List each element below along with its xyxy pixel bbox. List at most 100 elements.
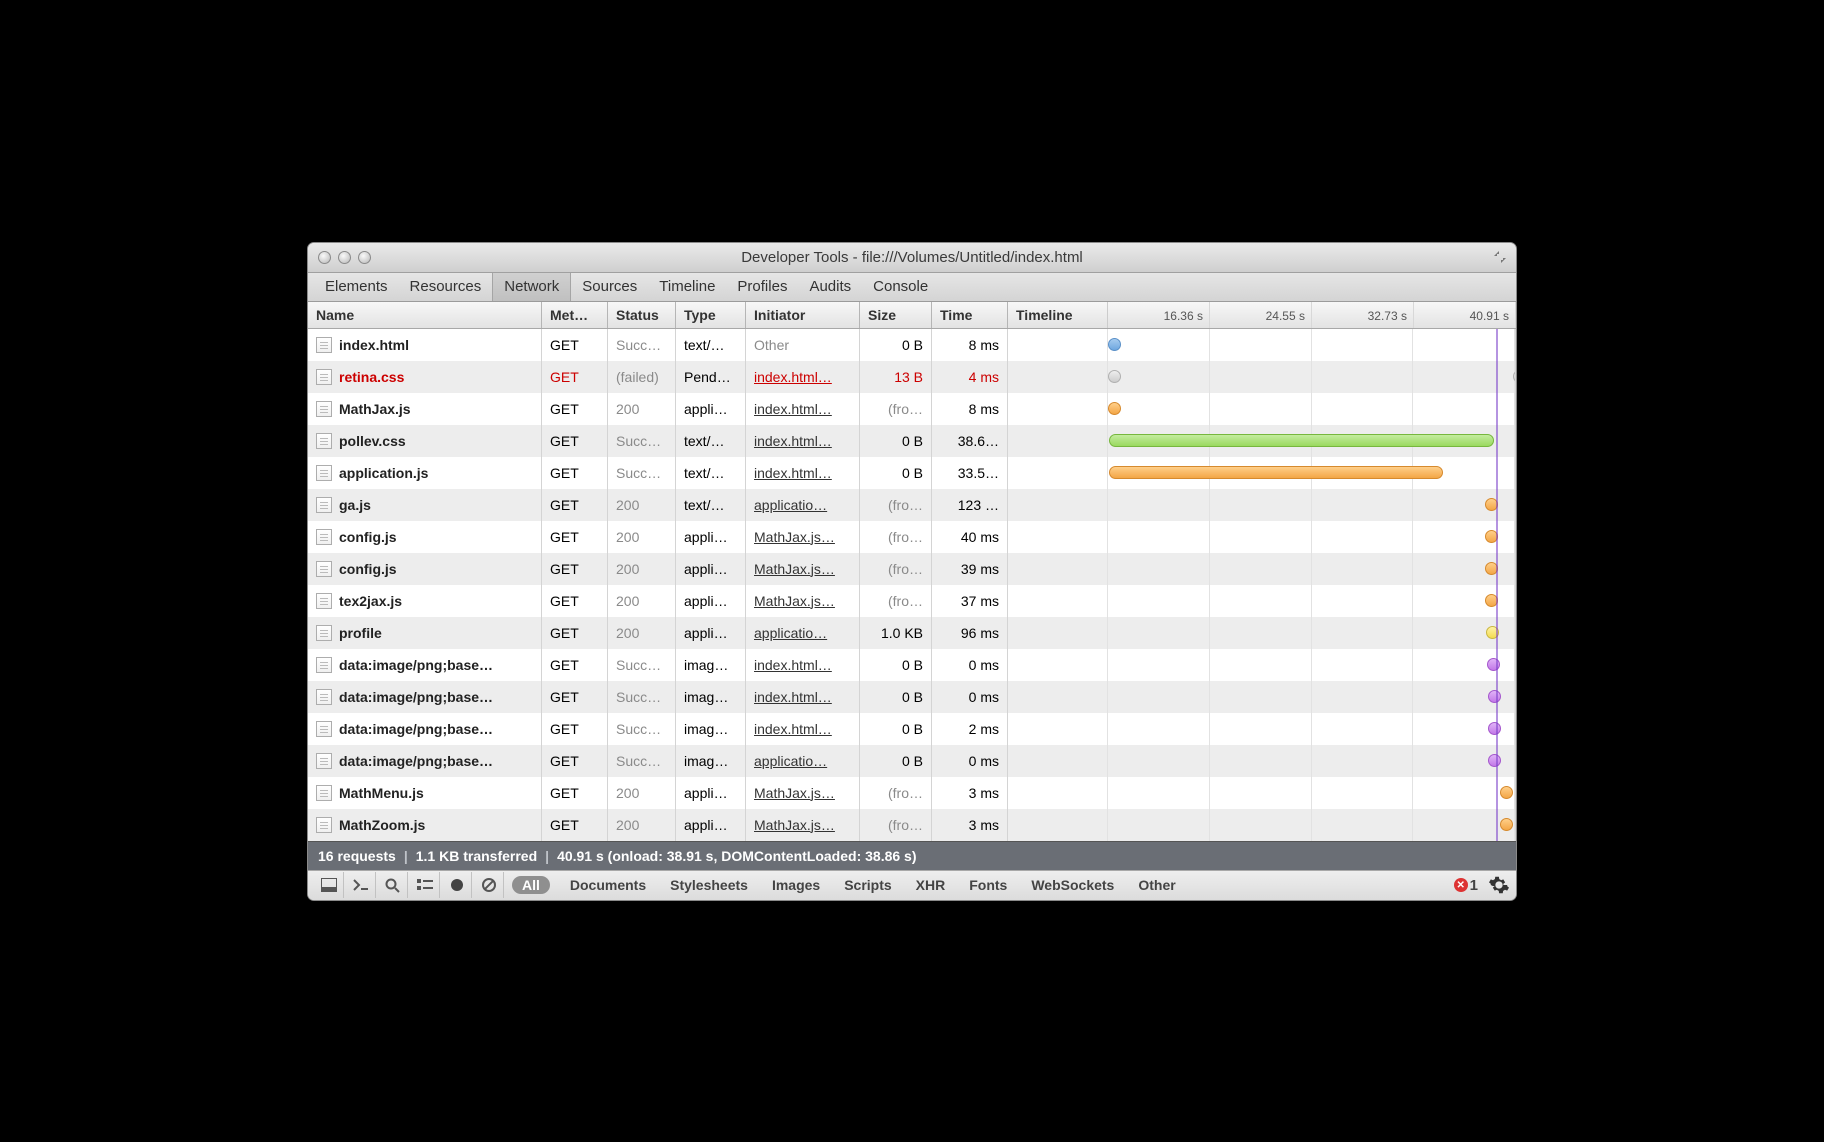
initiator-link[interactable]: index.html… [754,657,832,673]
table-row[interactable]: index.htmlGETSucc…text/…Other0 B8 ms [308,329,1516,361]
filter-fonts[interactable]: Fonts [957,877,1019,893]
initiator-link[interactable]: index.html… [754,433,832,449]
timeline-tick: 32.73 s [1312,302,1414,328]
table-row[interactable]: data:image/png;base…GETSucc…imag…index.h… [308,713,1516,745]
table-row[interactable]: tex2jax.jsGET200appli…MathJax.js…(fro…37… [308,585,1516,617]
tab-sources[interactable]: Sources [571,273,648,301]
tab-profiles[interactable]: Profiles [726,273,798,301]
cell-name: application.js [308,457,542,489]
error-count[interactable]: ✕ 1 [1454,877,1478,894]
cell-name: data:image/png;base… [308,745,542,777]
expand-icon[interactable] [1492,249,1508,265]
filter-stylesheets[interactable]: Stylesheets [658,877,760,893]
tab-audits[interactable]: Audits [798,273,862,301]
filter-documents[interactable]: Documents [558,877,658,893]
cell-name: config.js [308,553,542,585]
dock-icon[interactable] [314,872,344,898]
table-row[interactable]: data:image/png;base…GETSucc…imag…index.h… [308,681,1516,713]
col-header-initiator[interactable]: Initiator [746,302,860,328]
summary-bar: 16 requests | 1.1 KB transferred | 40.91… [308,841,1516,870]
cell-timeline [1008,617,1516,649]
cell-timeline [1008,745,1516,777]
tab-resources[interactable]: Resources [399,273,493,301]
file-icon [316,433,332,449]
tab-elements[interactable]: Elements [314,273,399,301]
filter-all[interactable]: All [512,876,550,894]
cell-name: MathZoom.js [308,809,542,841]
tab-timeline[interactable]: Timeline [648,273,726,301]
file-icon [316,689,332,705]
file-icon [316,465,332,481]
timeline-bar [1109,466,1443,479]
initiator-link[interactable]: applicatio… [754,753,827,769]
timeline-tick: 16.36 s [1108,302,1210,328]
initiator-link[interactable]: index.html… [754,465,832,481]
table-row[interactable]: application.jsGETSucc…text/…index.html…0… [308,457,1516,489]
col-header-size[interactable]: Size [860,302,932,328]
cell-timeline [1008,809,1516,841]
cell-name: data:image/png;base… [308,713,542,745]
table-row[interactable]: data:image/png;base…GETSucc…imag…index.h… [308,649,1516,681]
initiator-link[interactable]: MathJax.js… [754,593,835,609]
cell-timeline [1008,425,1516,457]
col-header-type[interactable]: Type [676,302,746,328]
col-header-status[interactable]: Status [608,302,676,328]
cell-name: config.js [308,521,542,553]
tab-network[interactable]: Network [492,273,571,301]
file-icon [316,497,332,513]
initiator-link[interactable]: applicatio… [754,497,827,513]
initiator-link[interactable]: MathJax.js… [754,529,835,545]
filter-scripts[interactable]: Scripts [832,877,903,893]
cell-timeline [1008,457,1516,489]
initiator-link[interactable]: MathJax.js… [754,817,835,833]
settings-gear-icon[interactable] [1488,874,1510,896]
initiator-link[interactable]: MathJax.js… [754,785,835,801]
table-row[interactable]: retina.cssGET(failed)Pend…index.html…13 … [308,361,1516,393]
table-row[interactable]: profileGET200appli…applicatio…1.0 KB96 m… [308,617,1516,649]
timeline-bar [1108,402,1121,415]
table-row[interactable]: MathMenu.jsGET200appli…MathJax.js…(fro…3… [308,777,1516,809]
console-drawer-icon[interactable] [346,872,376,898]
initiator-link[interactable]: index.html… [754,721,832,737]
record-icon[interactable] [442,872,472,898]
clear-icon[interactable] [474,872,504,898]
filter-images[interactable]: Images [760,877,832,893]
col-header-time[interactable]: Time [932,302,1008,328]
cell-name: profile [308,617,542,649]
cell-timeline [1008,681,1516,713]
table-row[interactable]: MathZoom.jsGET200appli…MathJax.js…(fro…3… [308,809,1516,841]
cell-timeline [1008,585,1516,617]
timeline-bar [1500,786,1513,799]
search-icon[interactable] [378,872,408,898]
cell-name: tex2jax.js [308,585,542,617]
initiator-link[interactable]: index.html… [754,369,832,385]
col-header-method[interactable]: Met… [542,302,608,328]
initiator-link[interactable]: applicatio… [754,625,827,641]
filter-xhr[interactable]: XHR [904,877,958,893]
devtools-window: Developer Tools - file:///Volumes/Untitl… [307,242,1517,901]
table-row[interactable]: ga.jsGET200text/…applicatio…(fro…123 … [308,489,1516,521]
table-row[interactable]: config.jsGET200appli…MathJax.js…(fro…40 … [308,521,1516,553]
initiator-link[interactable]: index.html… [754,689,832,705]
timeline-tick: 40.91 s [1414,302,1516,328]
cell-timeline [1008,521,1516,553]
cell-name: index.html [308,329,542,361]
timeline-tick: 24.55 s [1210,302,1312,328]
file-icon [316,721,332,737]
summary-requests: 16 requests [318,848,396,864]
tab-console[interactable]: Console [862,273,939,301]
table-row[interactable]: MathJax.jsGET200appli…index.html…(fro…8 … [308,393,1516,425]
cell-timeline [1008,489,1516,521]
table-row[interactable]: config.jsGET200appli…MathJax.js…(fro…39 … [308,553,1516,585]
col-header-timeline[interactable]: Timeline 16.36 s24.55 s32.73 s40.91 s [1008,302,1516,328]
table-row[interactable]: pollev.cssGETSucc…text/…index.html…0 B38… [308,425,1516,457]
filter-other[interactable]: Other [1126,877,1187,893]
col-header-name[interactable]: Name [308,302,542,328]
filter-websockets[interactable]: WebSockets [1019,877,1126,893]
table-row[interactable]: data:image/png;base…GETSucc…imag…applica… [308,745,1516,777]
initiator-link[interactable]: MathJax.js… [754,561,835,577]
cell-name: data:image/png;base… [308,681,542,713]
cell-name: ga.js [308,489,542,521]
initiator-link[interactable]: index.html… [754,401,832,417]
large-rows-icon[interactable] [410,872,440,898]
